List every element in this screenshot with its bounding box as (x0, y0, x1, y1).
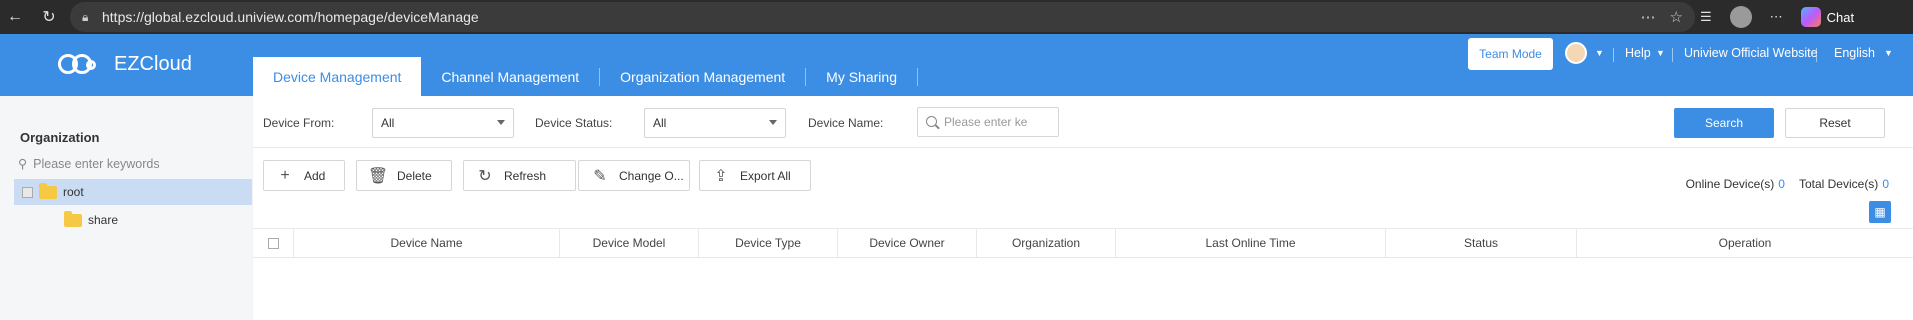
column-settings-icon[interactable]: ▦ (1869, 201, 1891, 223)
header-divider (1672, 48, 1673, 62)
sidebar-title: Organization (20, 130, 100, 145)
add-label: Add (304, 168, 326, 183)
column-header[interactable]: Device Type (699, 229, 838, 257)
total-devices-label: Total Device(s) (1798, 177, 1879, 191)
device-name-placeholder: Please enter ke (944, 115, 1028, 129)
column-header[interactable]: Device Owner (838, 229, 977, 257)
back-icon[interactable]: ← (0, 0, 30, 34)
org-search-placeholder[interactable]: Please enter keywords (33, 157, 159, 171)
language-menu[interactable]: English (1834, 46, 1875, 60)
refresh-label: Refresh (504, 168, 547, 183)
column-header[interactable]: Device Name (294, 229, 560, 257)
help-menu[interactable]: Help (1625, 46, 1651, 60)
url-text[interactable]: https://global.ezcloud.uniview.com/homep… (102, 9, 479, 25)
chevron-down-icon[interactable]: ▼ (1595, 48, 1604, 58)
trash-icon: 🗑︎ (367, 167, 389, 185)
more-options-icon[interactable]: ⋯ (1641, 8, 1656, 26)
reload-icon[interactable]: ↻ (34, 0, 64, 34)
tab-device-management[interactable]: Device Management (253, 57, 422, 96)
header-divider (1613, 48, 1614, 62)
select-all-cell (253, 229, 294, 257)
chevron-down-icon (769, 120, 777, 125)
device-status-value: All (653, 116, 667, 130)
main-panel: Device From: All Device Status: All Devi… (253, 96, 1913, 320)
logo[interactable]: EZCloud (58, 50, 192, 78)
folder-icon (39, 182, 57, 199)
shared-folder-icon (64, 210, 82, 227)
profile-avatar[interactable] (1729, 6, 1752, 28)
export-all-button[interactable]: ⇪ Export All (699, 160, 811, 191)
device-from-label: Device From: (263, 116, 335, 130)
total-devices-count: 0 (1882, 177, 1889, 191)
search-icon: ⚲ (18, 157, 28, 171)
column-header[interactable]: Status (1386, 229, 1577, 257)
column-header[interactable]: Organization (977, 229, 1116, 257)
delete-label: Delete (397, 168, 432, 183)
add-button[interactable]: + Add (263, 160, 345, 191)
tree-item-label: share (88, 213, 119, 227)
change-owner-button[interactable]: ✎ Change O... (578, 160, 690, 191)
refresh-button[interactable]: ↻ Refresh (463, 160, 576, 191)
delete-button[interactable]: 🗑︎ Delete (356, 160, 452, 191)
device-status-label: Device Status: (535, 116, 613, 130)
ezcloud-logo-icon (58, 50, 106, 78)
device-table-header: Device Name Device Model Device Type Dev… (253, 228, 1913, 258)
settings-more-icon[interactable]: ⋯ (1770, 9, 1783, 25)
device-name-label: Device Name: (808, 116, 884, 130)
official-website-link[interactable]: Uniview Official Website (1684, 46, 1818, 60)
search-button[interactable]: Search (1674, 108, 1774, 138)
column-header[interactable]: Operation (1577, 229, 1913, 257)
browser-toolbar: ← ↻ 🔒︎ https://global.ezcloud.uniview.co… (0, 0, 1913, 34)
chat-button[interactable]: Chat (1800, 7, 1855, 27)
device-from-value: All (381, 116, 395, 130)
select-all-checkbox[interactable] (267, 237, 279, 249)
action-toolbar: + Add 🗑︎ Delete ↻ Refresh ✎ Change O... … (253, 149, 1913, 201)
reset-button[interactable]: Reset (1785, 108, 1885, 138)
device-name-input[interactable]: Please enter ke (917, 107, 1059, 137)
device-counts: Online Device(s) 0 Total Device(s) 0 (1686, 177, 1889, 191)
tab-my-sharing[interactable]: My Sharing (806, 57, 917, 96)
main-nav: Device Management Channel Management Org… (253, 57, 918, 96)
pencil-icon: ✎ (593, 167, 607, 185)
tree-item-share[interactable]: share (58, 210, 119, 227)
tab-organization-management[interactable]: Organization Management (600, 57, 805, 96)
chevron-down-icon (497, 120, 505, 125)
filter-bar: Device From: All Device Status: All Devi… (253, 96, 1913, 148)
export-icon: ⇪ (714, 167, 728, 185)
tab-channel-management[interactable]: Channel Management (421, 57, 599, 96)
user-avatar[interactable] (1565, 42, 1587, 64)
refresh-icon: ↻ (478, 167, 492, 185)
nav-divider (916, 67, 918, 86)
chevron-down-icon[interactable]: ▼ (1884, 48, 1893, 58)
copilot-icon (1800, 7, 1821, 27)
chevron-down-icon[interactable]: ▼ (1656, 48, 1665, 58)
online-devices-label: Online Device(s) (1685, 177, 1775, 191)
device-from-select[interactable]: All (372, 108, 514, 138)
address-bar[interactable]: 🔒︎ https://global.ezcloud.uniview.com/ho… (70, 2, 1695, 32)
org-search-input[interactable]: ⚲ Please enter keywords (18, 156, 160, 172)
online-devices-count: 0 (1778, 177, 1785, 191)
column-header[interactable]: Last Online Time (1116, 229, 1386, 257)
search-icon (926, 116, 937, 127)
app-header: EZCloud Device Management Channel Manage… (0, 34, 1913, 96)
team-mode-button[interactable]: Team Mode (1468, 38, 1553, 70)
tree-checkbox[interactable] (22, 186, 33, 198)
chat-label: Chat (1826, 9, 1855, 25)
tree-item-root[interactable]: root (14, 179, 252, 205)
lock-icon: 🔒︎ (82, 9, 89, 24)
change-owner-label: Change O... (619, 168, 684, 183)
logo-text: EZCloud (114, 52, 192, 75)
device-status-select[interactable]: All (644, 108, 786, 138)
export-all-label: Export All (740, 168, 791, 183)
organization-sidebar: Organization ⚲ Please enter keywords roo… (0, 96, 252, 320)
column-header[interactable]: Device Model (560, 229, 699, 257)
header-divider (1816, 48, 1817, 62)
plus-icon: + (280, 166, 290, 184)
favorite-star-icon[interactable]: ☆ (1670, 8, 1683, 26)
favorites-list-icon[interactable]: ☰ (1700, 9, 1712, 25)
tree-item-label: root (63, 185, 84, 199)
